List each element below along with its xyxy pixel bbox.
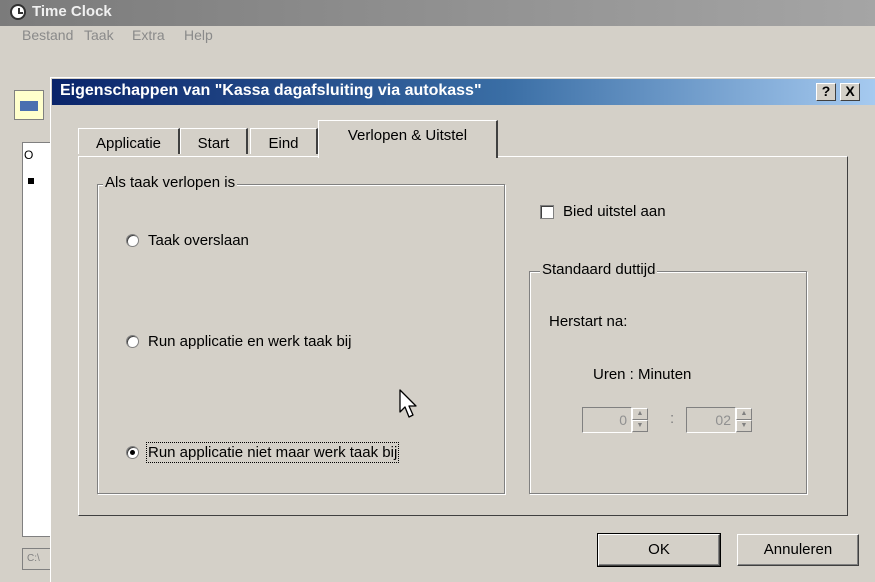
background-task-list[interactable]	[22, 142, 52, 537]
menu-bestand[interactable]: Bestand	[22, 27, 73, 43]
radio-button[interactable]	[126, 335, 139, 348]
menu-taak[interactable]: Taak	[84, 27, 114, 43]
option-niet-run-werk-bij[interactable]: Run applicatie niet maar werk taak bij	[126, 442, 400, 463]
clock-icon	[10, 4, 26, 20]
option-label: Run applicatie niet maar werk taak bij	[145, 442, 400, 463]
toolbar-document-icon[interactable]	[14, 90, 44, 120]
close-icon[interactable]: X	[840, 83, 860, 101]
tab-start[interactable]: Start	[180, 128, 248, 154]
option-label: Run applicatie en werk taak bij	[148, 333, 352, 350]
list-column-header[interactable]: O	[24, 148, 33, 162]
units-label: Uren : Minuten	[593, 366, 692, 383]
option-label: Taak overslaan	[148, 232, 249, 249]
dialog-title: Eigenschappen van "Kassa dagafsluiting v…	[60, 82, 482, 99]
time-separator: :	[670, 410, 675, 427]
checkbox-label: Bied uitstel aan	[563, 203, 666, 220]
spin-down-icon[interactable]: ▼	[736, 420, 752, 432]
menu-help[interactable]: Help	[184, 27, 213, 43]
spin-up-icon[interactable]: ▲	[632, 408, 648, 420]
dialog-titlebar[interactable]: Eigenschappen van "Kassa dagafsluiting v…	[52, 79, 875, 105]
spin-down-icon[interactable]: ▼	[632, 420, 648, 432]
checkbox[interactable]	[540, 204, 554, 219]
offer-postpone-checkbox[interactable]: Bied uitstel aan	[540, 203, 666, 220]
mouse-cursor-icon	[399, 389, 417, 418]
menu-extra[interactable]: Extra	[132, 27, 165, 43]
minutes-input[interactable]: 02	[686, 407, 736, 433]
background-window-title: Time Clock	[32, 3, 112, 20]
hours-input[interactable]: 0	[582, 407, 632, 433]
option-taak-overslaan[interactable]: Taak overslaan	[126, 232, 249, 249]
restart-label: Herstart na:	[549, 313, 628, 330]
question-icon[interactable]: ?	[816, 83, 836, 101]
minutes-spinner[interactable]: ▲ ▼	[736, 408, 752, 432]
radio-button[interactable]	[126, 234, 139, 247]
option-run-en-werk-bij[interactable]: Run applicatie en werk taak bij	[126, 333, 351, 350]
background-titlebar: Time Clock	[0, 0, 875, 26]
snooze-group-label: Standaard duttijd	[540, 261, 658, 278]
list-item-marker	[28, 178, 34, 184]
tab-verlopen-uitstel[interactable]: Verlopen & Uitstel	[318, 120, 498, 158]
radio-button-checked[interactable]	[126, 446, 139, 459]
ok-button[interactable]: OK	[597, 533, 721, 567]
cancel-button[interactable]: Annuleren	[737, 534, 859, 566]
spin-up-icon[interactable]: ▲	[736, 408, 752, 420]
tab-eind[interactable]: Eind	[250, 128, 318, 154]
tab-applicatie[interactable]: Applicatie	[78, 128, 180, 154]
hours-spinner[interactable]: ▲ ▼	[632, 408, 648, 432]
background-statusbar: C:\	[22, 548, 52, 570]
expired-group-label: Als taak verlopen is	[103, 174, 238, 191]
